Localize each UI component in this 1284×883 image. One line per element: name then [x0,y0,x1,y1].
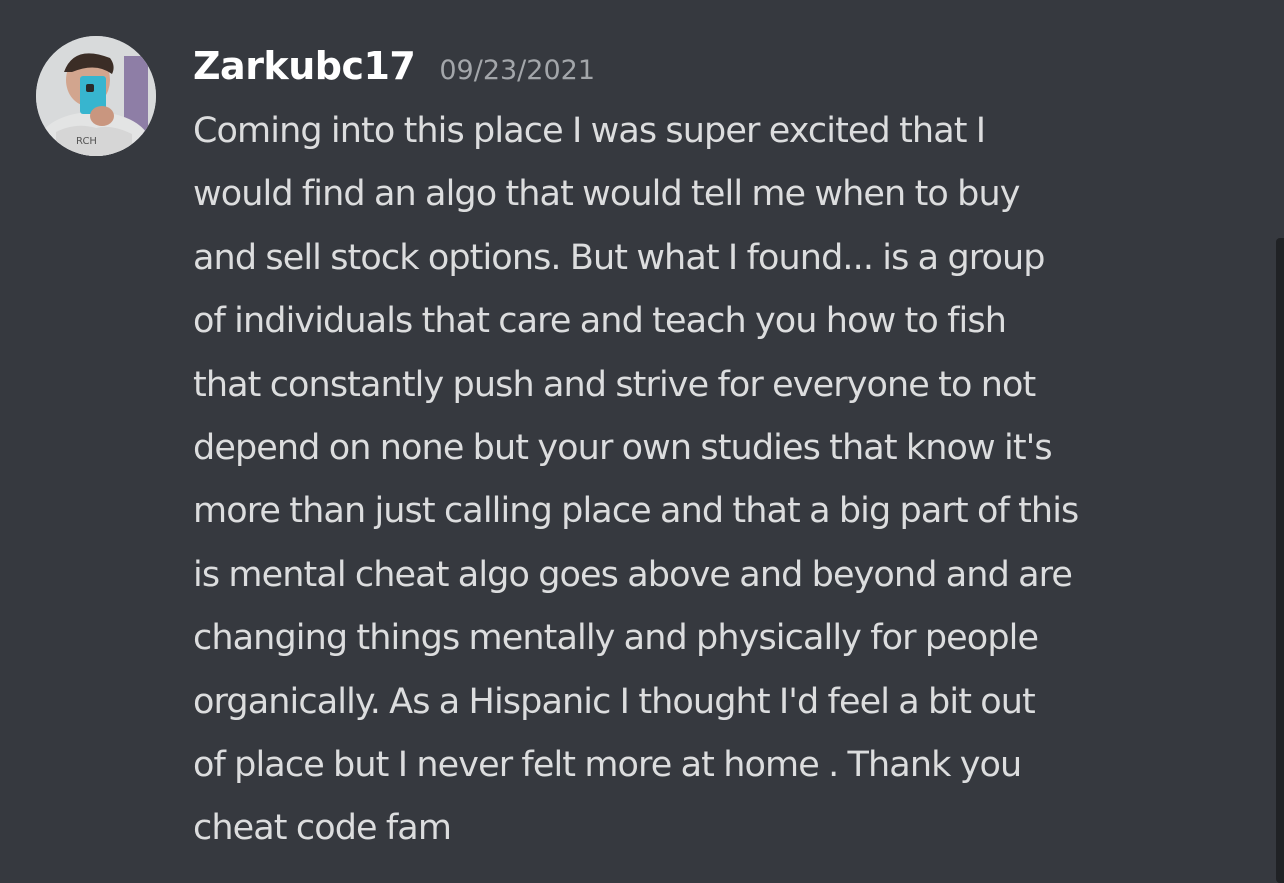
message-timestamp: 09/23/2021 [439,55,595,86]
svg-text:RCH: RCH [76,136,97,147]
message-header: Zarkubc17 09/23/2021 [193,44,595,100]
scrollbar[interactable] [1276,238,1284,883]
user-avatar[interactable]: RCH [36,36,156,156]
username[interactable]: Zarkubc17 [193,44,416,88]
avatar-photo-icon: RCH [36,36,156,156]
chat-message: RCH Zarkubc17 09/23/2021 Coming into thi… [0,0,1284,883]
message-content: Coming into this place I was super excit… [193,111,1079,849]
